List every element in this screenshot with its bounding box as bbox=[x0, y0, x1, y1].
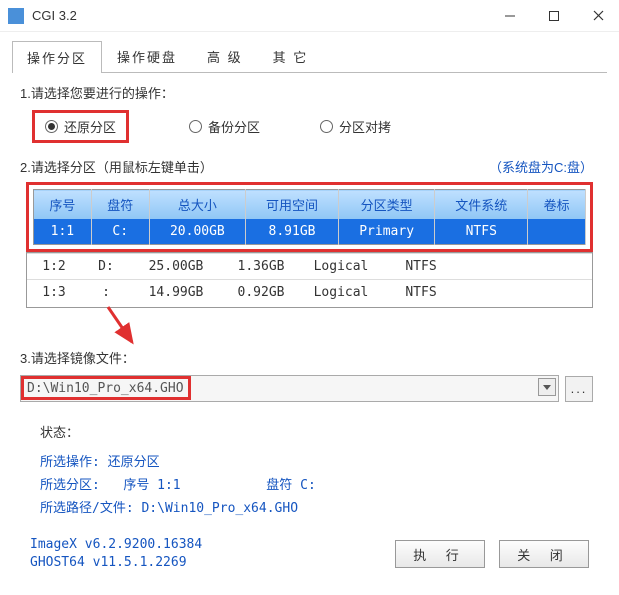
table-row[interactable]: 1:2 D: 25.00GB 1.36GB Logical NTFS bbox=[27, 254, 592, 280]
cell-total: 25.00GB bbox=[131, 254, 221, 280]
table-row[interactable]: 1:3 : 14.99GB 0.92GB Logical NTFS bbox=[27, 280, 592, 306]
tab-advanced[interactable]: 高 级 bbox=[192, 40, 258, 72]
status-op-label: 所选操作: bbox=[40, 455, 100, 470]
radio-restore[interactable]: 还原分区 bbox=[45, 117, 116, 136]
status-path-label: 所选路径/文件: bbox=[40, 501, 134, 516]
section1-title: 1.请选择您要进行的操作： bbox=[20, 83, 607, 102]
cell-label bbox=[528, 219, 586, 245]
cell-idx: 1:2 bbox=[27, 254, 81, 280]
cell-ptype: Logical bbox=[301, 280, 381, 306]
status-part-idx-label: 序号 bbox=[123, 478, 149, 493]
cell-free: 0.92GB bbox=[221, 280, 301, 306]
cell-total: 14.99GB bbox=[131, 280, 221, 306]
section3-title: 3.请选择镜像文件： bbox=[20, 348, 607, 367]
radio-icon bbox=[189, 120, 202, 133]
radio-copy-label: 分区对拷 bbox=[339, 117, 391, 136]
cell-drive: D: bbox=[81, 254, 131, 280]
version-imagex: ImageX v6.2.9200.16384 bbox=[30, 536, 381, 554]
cell-drive: : bbox=[81, 280, 131, 306]
sysdisk-hint: （系统盘为C:盘） bbox=[489, 157, 593, 176]
col-total[interactable]: 总大小 bbox=[149, 190, 246, 220]
cell-ptype: Primary bbox=[338, 219, 435, 245]
status-part-idx: 1:1 bbox=[157, 478, 180, 493]
cell-total: 20.00GB bbox=[149, 219, 246, 245]
cell-free: 1.36GB bbox=[221, 254, 301, 280]
radio-restore-label: 还原分区 bbox=[64, 117, 116, 136]
close-button[interactable] bbox=[585, 3, 611, 29]
radio-backup-label: 备份分区 bbox=[208, 117, 260, 136]
maximize-button[interactable] bbox=[541, 3, 567, 29]
tab-disk[interactable]: 操作硬盘 bbox=[102, 40, 192, 72]
tab-partition[interactable]: 操作分区 bbox=[12, 41, 102, 73]
highlight-restore: 还原分区 bbox=[32, 110, 129, 143]
cell-ptype: Logical bbox=[301, 254, 381, 280]
radio-copy[interactable]: 分区对拷 bbox=[320, 117, 391, 136]
cell-free: 8.91GB bbox=[246, 219, 339, 245]
section2-title: 2.请选择分区（用鼠标左键单击） bbox=[20, 157, 213, 176]
cell-idx: 1:1 bbox=[34, 219, 92, 245]
cell-label bbox=[461, 280, 592, 306]
cell-fs: NTFS bbox=[381, 254, 461, 280]
close-app-button[interactable]: 关 闭 bbox=[499, 540, 589, 568]
radio-icon bbox=[320, 120, 333, 133]
tab-other[interactable]: 其 它 bbox=[258, 40, 324, 72]
status-path: D:\Win10_Pro_x64.GHO bbox=[141, 501, 298, 516]
cell-drive: C: bbox=[91, 219, 149, 245]
highlight-table-header: 序号 盘符 总大小 可用空间 分区类型 文件系统 卷标 1:1 C: 20.00… bbox=[26, 182, 593, 252]
status-op-value: 还原分区 bbox=[108, 455, 160, 470]
col-drive[interactable]: 盘符 bbox=[91, 190, 149, 220]
annotation-arrow-icon bbox=[100, 302, 150, 352]
col-fs[interactable]: 文件系统 bbox=[435, 190, 528, 220]
status-heading: 状态： bbox=[40, 422, 79, 441]
partition-table-rest[interactable]: 1:2 D: 25.00GB 1.36GB Logical NTFS 1:3 :… bbox=[27, 253, 592, 305]
image-path-input[interactable] bbox=[20, 375, 559, 402]
status-drive: C: bbox=[300, 478, 316, 493]
version-ghost: GHOST64 v11.5.1.2269 bbox=[30, 554, 381, 572]
status-part-label: 所选分区: bbox=[40, 478, 100, 493]
dropdown-icon[interactable] bbox=[538, 378, 556, 396]
col-free[interactable]: 可用空间 bbox=[246, 190, 339, 220]
radio-backup[interactable]: 备份分区 bbox=[189, 117, 260, 136]
col-label[interactable]: 卷标 bbox=[528, 190, 586, 220]
col-ptype[interactable]: 分区类型 bbox=[338, 190, 435, 220]
cell-fs: NTFS bbox=[381, 280, 461, 306]
window-title: CGI 3.2 bbox=[32, 8, 497, 23]
partition-table[interactable]: 序号 盘符 总大小 可用空间 分区类型 文件系统 卷标 1:1 C: 20.00… bbox=[33, 189, 586, 245]
cell-fs: NTFS bbox=[435, 219, 528, 245]
execute-button[interactable]: 执 行 bbox=[395, 540, 485, 568]
col-idx[interactable]: 序号 bbox=[34, 190, 92, 220]
tab-bar: 操作分区 操作硬盘 高 级 其 它 bbox=[12, 40, 607, 73]
table-row[interactable]: 1:1 C: 20.00GB 8.91GB Primary NTFS bbox=[34, 219, 586, 245]
cell-label bbox=[461, 254, 592, 280]
app-icon bbox=[8, 8, 24, 24]
minimize-button[interactable] bbox=[497, 3, 523, 29]
status-drive-label: 盘符 bbox=[266, 478, 292, 493]
browse-button[interactable]: ... bbox=[565, 376, 593, 402]
radio-icon bbox=[45, 120, 58, 133]
cell-idx: 1:3 bbox=[27, 280, 81, 306]
